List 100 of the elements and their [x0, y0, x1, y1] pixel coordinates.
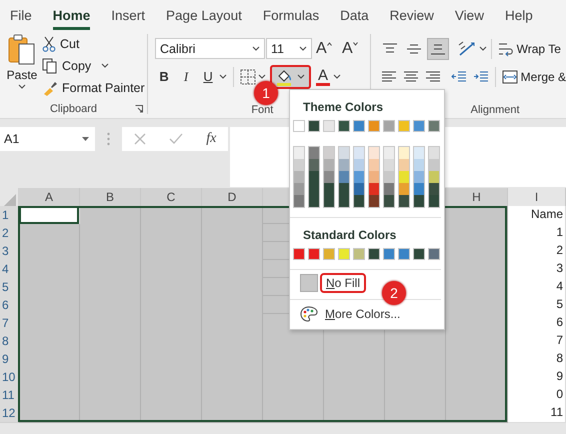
increase-indent-icon[interactable]: [472, 70, 489, 82]
color-swatch[interactable]: [338, 248, 350, 260]
insert-function-button[interactable]: fx: [206, 131, 216, 147]
grow-font-button[interactable]: A: [316, 40, 338, 58]
color-swatch[interactable]: [294, 171, 304, 183]
column-header[interactable]: A: [19, 188, 80, 208]
color-swatch[interactable]: [429, 171, 439, 183]
font-size-dropdown[interactable]: 11: [266, 38, 312, 59]
copy-button[interactable]: Copy: [42, 56, 145, 75]
color-swatch[interactable]: [384, 183, 394, 195]
table-cell[interactable]: 6: [508, 314, 566, 333]
paste-button[interactable]: Paste: [2, 30, 42, 100]
color-swatch[interactable]: [324, 159, 334, 171]
color-swatch[interactable]: [339, 147, 349, 159]
table-cell[interactable]: 0: [508, 386, 566, 405]
caret-icon[interactable]: [333, 74, 342, 80]
color-swatch[interactable]: [414, 159, 424, 171]
table-cell[interactable]: 5: [508, 296, 566, 315]
column-header[interactable]: D: [202, 188, 263, 208]
column-header[interactable]: H: [446, 188, 508, 208]
color-swatch[interactable]: [308, 248, 320, 260]
color-swatch[interactable]: [413, 120, 425, 132]
no-fill-option[interactable]: No Fill: [320, 273, 366, 293]
row-header[interactable]: 1: [0, 206, 19, 225]
color-swatch[interactable]: [413, 248, 425, 260]
color-swatch[interactable]: [308, 120, 320, 132]
color-swatch[interactable]: [383, 120, 395, 132]
borders-icon[interactable]: [240, 68, 256, 84]
color-swatch[interactable]: [384, 171, 394, 183]
color-swatch[interactable]: [294, 159, 304, 171]
color-swatch[interactable]: [429, 159, 439, 171]
color-swatch[interactable]: [309, 159, 319, 171]
color-swatch[interactable]: [399, 171, 409, 183]
color-swatch[interactable]: [414, 147, 424, 159]
underline-button[interactable]: U: [199, 69, 218, 84]
color-swatch[interactable]: [369, 183, 379, 195]
dialog-launcher-icon[interactable]: [135, 105, 144, 113]
table-cell[interactable]: [324, 332, 385, 351]
fill-color-button[interactable]: [270, 64, 312, 88]
color-swatch[interactable]: [428, 248, 440, 260]
table-cell[interactable]: 4: [508, 278, 566, 297]
check-icon[interactable]: [168, 133, 183, 145]
color-swatch[interactable]: [294, 147, 304, 159]
align-right-icon[interactable]: [424, 70, 441, 82]
table-cell[interactable]: 1: [508, 224, 566, 243]
table-cell[interactable]: [263, 332, 324, 351]
color-swatch[interactable]: [309, 171, 319, 183]
color-swatch[interactable]: [429, 195, 439, 207]
color-swatch[interactable]: [369, 195, 379, 207]
name-box[interactable]: A1: [0, 127, 95, 151]
color-swatch[interactable]: [354, 183, 364, 195]
color-swatch[interactable]: [323, 248, 335, 260]
caret-icon[interactable]: [219, 74, 228, 80]
align-center-icon[interactable]: [402, 70, 419, 82]
color-swatch[interactable]: [294, 195, 304, 207]
color-swatch[interactable]: [429, 183, 439, 195]
bold-button[interactable]: B: [155, 69, 174, 84]
cut-button[interactable]: Cut: [42, 34, 145, 53]
color-swatch[interactable]: [414, 171, 424, 183]
ribbon-tab[interactable]: View: [454, 4, 484, 30]
table-cell[interactable]: 11: [508, 404, 566, 423]
color-swatch[interactable]: [324, 195, 334, 207]
table-cell[interactable]: Name: [508, 206, 566, 225]
color-swatch[interactable]: [414, 195, 424, 207]
color-swatch[interactable]: [353, 248, 365, 260]
row-header[interactable]: 11: [0, 386, 19, 405]
color-swatch[interactable]: [293, 248, 305, 260]
row-header[interactable]: 5: [0, 278, 19, 297]
table-cell[interactable]: [385, 332, 446, 351]
table-cell[interactable]: 8: [508, 350, 566, 369]
color-swatch[interactable]: [399, 159, 409, 171]
ribbon-tab[interactable]: Review: [390, 4, 434, 30]
caret-icon[interactable]: [478, 46, 487, 52]
color-swatch[interactable]: [383, 248, 395, 260]
color-swatch[interactable]: [369, 171, 379, 183]
color-swatch[interactable]: [339, 183, 349, 195]
vertical-align-button[interactable]: [426, 38, 449, 60]
color-swatch[interactable]: [399, 183, 409, 195]
color-swatch[interactable]: [384, 159, 394, 171]
format-painter-button[interactable]: Format Painter: [42, 78, 145, 97]
align-left-icon[interactable]: [380, 70, 397, 82]
color-swatch[interactable]: [399, 195, 409, 207]
italic-button[interactable]: I: [177, 68, 196, 84]
color-swatch[interactable]: [324, 183, 334, 195]
color-swatch[interactable]: [339, 159, 349, 171]
color-swatch[interactable]: [309, 147, 319, 159]
row-header[interactable]: 9: [0, 350, 19, 369]
font-color-button[interactable]: A: [315, 68, 332, 86]
color-swatch[interactable]: [369, 159, 379, 171]
color-swatch[interactable]: [354, 159, 364, 171]
color-swatch[interactable]: [384, 147, 394, 159]
cancel-icon[interactable]: [134, 133, 146, 145]
color-swatch[interactable]: [293, 120, 305, 132]
row-header[interactable]: 8: [0, 332, 19, 351]
ribbon-tab[interactable]: Insert: [111, 4, 146, 30]
color-swatch[interactable]: [353, 120, 365, 132]
color-swatch[interactable]: [324, 147, 334, 159]
merge-button[interactable]: Merge &: [502, 67, 566, 86]
row-header[interactable]: 4: [0, 260, 19, 279]
color-swatch[interactable]: [338, 120, 350, 132]
